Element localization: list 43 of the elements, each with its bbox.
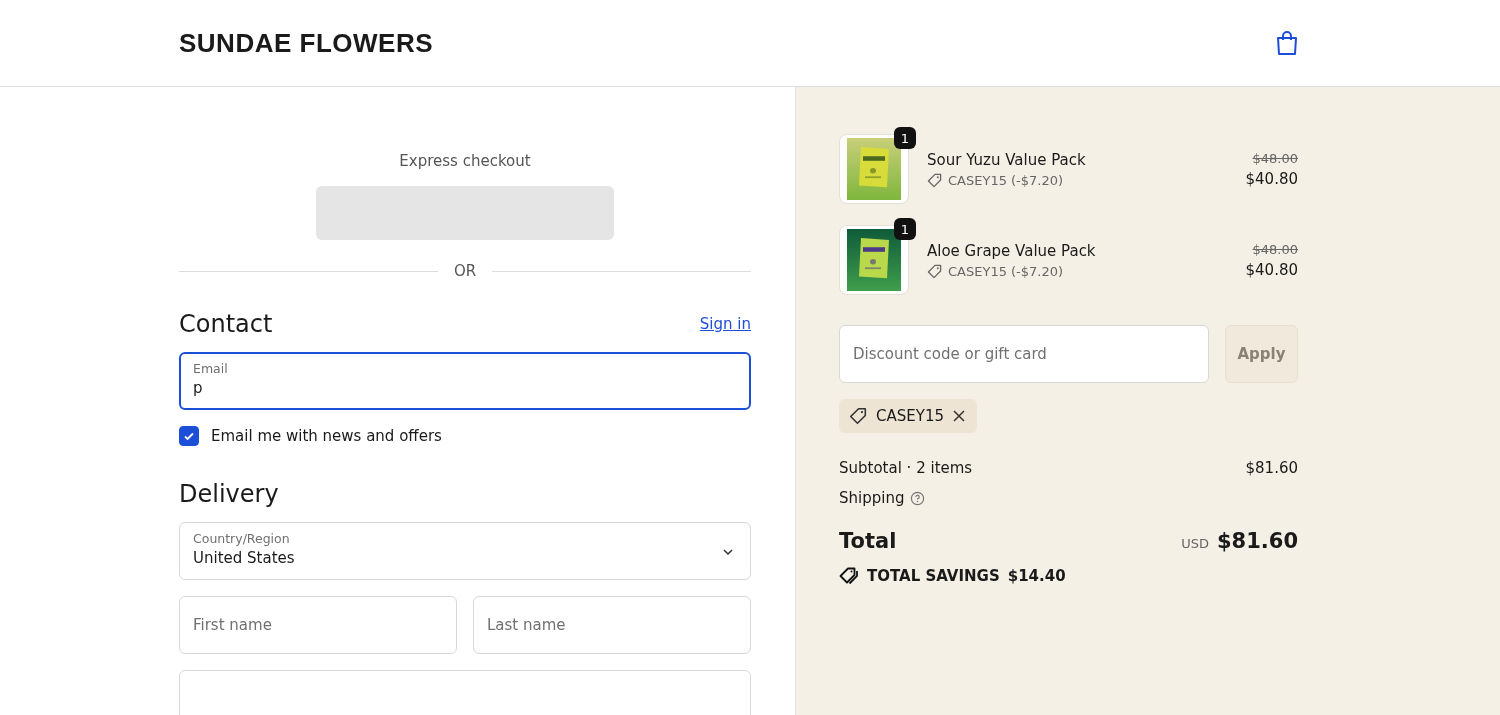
checkbox[interactable] bbox=[179, 426, 199, 446]
price: $40.80 bbox=[1245, 169, 1298, 188]
address-field[interactable] bbox=[179, 670, 751, 715]
discount-text: CASEY15 (-$7.20) bbox=[948, 263, 1064, 279]
subtotal-value: $81.60 bbox=[1245, 459, 1298, 477]
product-name: Aloe Grape Value Pack bbox=[927, 241, 1097, 260]
total-savings-label: TOTAL SAVINGS bbox=[867, 567, 1000, 585]
tag-icon bbox=[927, 172, 942, 188]
discount-code-text: CASEY15 bbox=[876, 407, 944, 425]
close-icon[interactable] bbox=[953, 410, 965, 422]
country-select[interactable]: Country/Region United States bbox=[179, 522, 751, 580]
discount-code-field[interactable]: Discount code or gift card bbox=[839, 325, 1209, 383]
subtotal-label: Subtotal · 2 items bbox=[839, 459, 973, 477]
shopping-bag-icon[interactable] bbox=[1275, 30, 1299, 56]
tags-icon bbox=[839, 567, 859, 585]
total-label: Total bbox=[839, 529, 897, 553]
quantity-badge: 1 bbox=[894, 218, 916, 240]
store-logo[interactable]: SUNDAE FLOWERS bbox=[179, 27, 433, 59]
original-price: $48.00 bbox=[1252, 241, 1298, 257]
email-field[interactable]: Email p bbox=[179, 352, 751, 410]
check-icon bbox=[183, 430, 195, 442]
total-savings-value: $14.40 bbox=[1007, 567, 1066, 585]
first-name-field[interactable]: First name bbox=[179, 596, 457, 654]
tag-icon bbox=[849, 407, 867, 425]
total-value: $81.60 bbox=[1216, 529, 1298, 553]
help-icon[interactable] bbox=[910, 490, 926, 506]
last-name-field[interactable]: Last name bbox=[473, 596, 751, 654]
checkbox-label: Email me with news and offers bbox=[211, 427, 442, 445]
discount-text: CASEY15 (-$7.20) bbox=[948, 172, 1064, 188]
chevron-down-icon bbox=[723, 549, 733, 555]
tag-icon bbox=[927, 263, 942, 279]
price: $40.80 bbox=[1245, 260, 1298, 279]
delivery-heading: Delivery bbox=[179, 480, 280, 508]
quantity-badge: 1 bbox=[894, 127, 916, 149]
shipping-label: Shipping bbox=[839, 489, 905, 507]
currency-code: USD bbox=[1181, 536, 1209, 551]
express-checkout-button[interactable] bbox=[316, 186, 614, 240]
contact-heading: Contact bbox=[179, 310, 273, 338]
original-price: $48.00 bbox=[1252, 150, 1298, 166]
or-divider-text: OR bbox=[453, 262, 477, 280]
sign-in-link[interactable]: Sign in bbox=[699, 315, 751, 333]
express-checkout-label: Express checkout bbox=[399, 152, 531, 170]
product-name: Sour Yuzu Value Pack bbox=[927, 150, 1087, 169]
